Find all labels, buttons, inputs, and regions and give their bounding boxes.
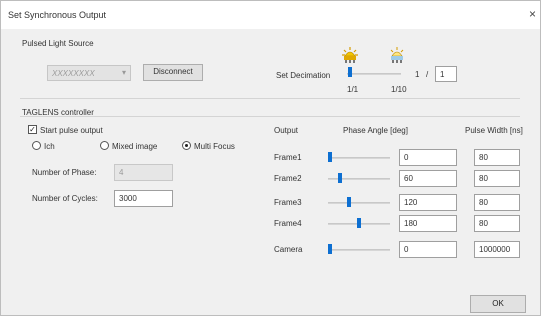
light-full-icon [342,47,358,63]
decimation-tick-left: 1/1 [347,85,359,94]
decimation-slider-track[interactable] [347,73,401,75]
phase-angle-input[interactable]: 180 [399,215,457,232]
decimation-numerator: 1 [415,70,420,79]
pulse-width-input[interactable]: 80 [474,194,520,211]
num-phase-label: Number of Phase: [32,168,97,177]
chevron-down-icon: ▾ [121,68,126,77]
phase-slider-track[interactable] [328,202,390,204]
phase-slider-track[interactable] [328,157,390,159]
mode-label-ich: Ich [44,142,55,151]
phase-slider-thumb[interactable] [328,152,332,162]
col-output-header: Output [274,126,299,135]
phase-slider-thumb[interactable] [338,173,342,183]
phase-slider-thumb[interactable] [328,244,332,254]
phase-slider-thumb[interactable] [357,218,361,228]
num-cycles-label: Number of Cycles: [32,194,98,203]
start-pulse-checkbox[interactable]: ✓ [28,125,37,134]
output-row-label: Frame1 [274,153,302,162]
decimation-input[interactable]: 1 [435,66,457,82]
mode-label-mixed: Mixed image [112,142,158,151]
close-icon[interactable]: × [529,7,536,21]
mode-label-multifocus: Multi Focus [194,142,235,151]
decimation-label: Set Decimation [276,71,331,80]
phase-angle-input[interactable]: 0 [399,149,457,166]
output-row-label: Frame4 [274,219,302,228]
device-select[interactable]: XXXXXXXX ▾ [47,65,131,81]
dialog-window: Set Synchronous Output × Pulsed Light So… [0,0,541,316]
mode-radio-ich[interactable] [32,141,41,150]
phase-angle-input[interactable]: 60 [399,170,457,187]
mode-radio-multifocus[interactable] [182,141,191,150]
title-bar: Set Synchronous Output × [1,1,540,29]
output-row-label: Frame3 [274,198,302,207]
pulse-width-input[interactable]: 1000000 [474,241,520,258]
pulse-width-input[interactable]: 80 [474,215,520,232]
mode-radio-mixed[interactable] [100,141,109,150]
phase-angle-input[interactable]: 120 [399,194,457,211]
output-row-label: Camera [274,245,303,254]
disconnect-button[interactable]: Disconnect [143,64,203,81]
num-phase-value: 4 [119,168,124,177]
light-dim-icon [390,47,404,63]
taglens-divider [20,116,520,117]
ok-button[interactable]: OK [470,295,526,313]
pulse-width-input[interactable]: 80 [474,149,520,166]
decimation-slider-thumb[interactable] [348,67,352,77]
decimation-separator: / [426,70,429,79]
num-phase-select[interactable]: 4 [114,164,173,181]
phase-slider-thumb[interactable] [347,197,351,207]
decimation-tick-right: 1/10 [391,85,407,94]
phase-angle-input[interactable]: 0 [399,241,457,258]
start-pulse-label: Start pulse output [40,126,103,135]
output-row-label: Frame2 [274,174,302,183]
window-title: Set Synchronous Output [8,10,107,20]
device-select-value: XXXXXXXX [52,69,95,78]
col-phase-header: Phase Angle [deg] [343,126,408,135]
phase-slider-track[interactable] [328,249,390,251]
num-cycles-input[interactable]: 3000 [114,190,173,207]
pulse-width-input[interactable]: 80 [474,170,520,187]
col-pulse-header: Pulse Width [ns] [465,126,523,135]
